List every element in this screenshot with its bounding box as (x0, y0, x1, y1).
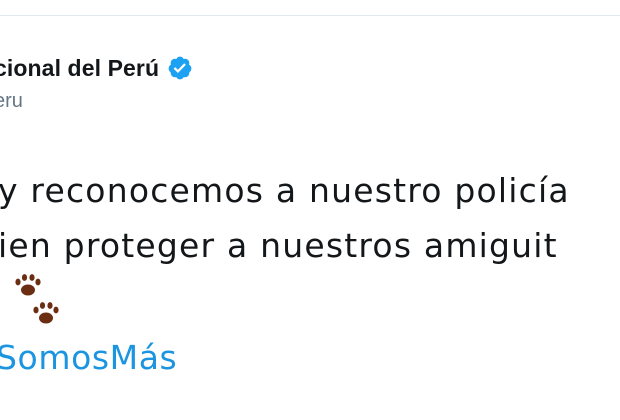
author-handle[interactable]: eru (0, 90, 23, 113)
author-display-name[interactable]: cional del Perú (0, 55, 159, 82)
paw-prints-icon (8, 272, 68, 328)
tweet-top-divider (0, 15, 620, 16)
hashtag-link[interactable]: SomosMás (0, 338, 177, 377)
hashtag-text[interactable]: SomosMás (0, 338, 177, 377)
tweet-text-line-1: y reconocemos a nuestro policía (0, 171, 570, 210)
tweet-text-line-2: ien proteger a nuestros amiguit (0, 226, 558, 265)
tweet-author-header: cional del Perú eru (0, 50, 620, 130)
author-name-row[interactable]: cional del Perú (0, 50, 193, 86)
tweet-body: y reconocemos a nuestro policía ien prot… (0, 163, 620, 273)
verified-badge-icon (167, 55, 193, 81)
